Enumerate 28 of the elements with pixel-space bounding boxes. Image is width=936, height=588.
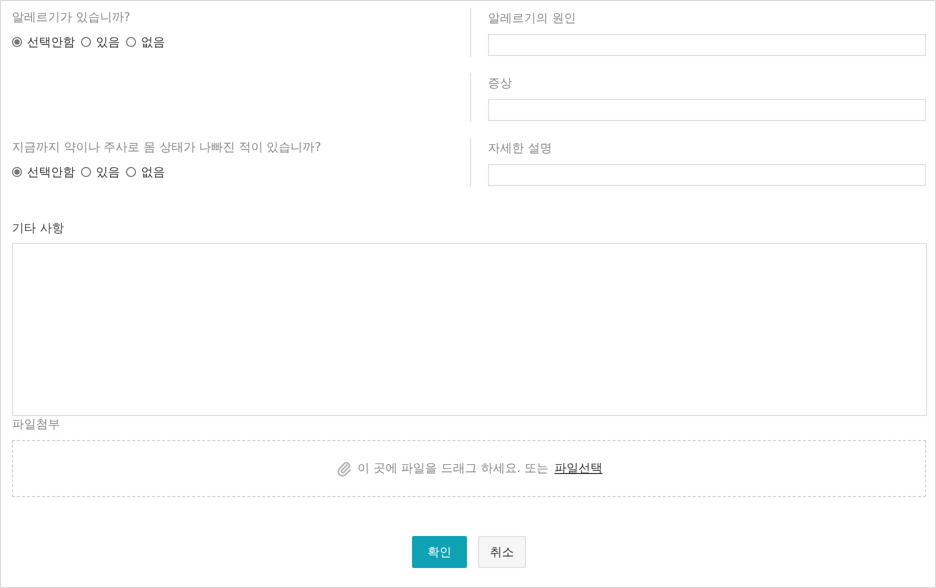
input-field[interactable] <box>488 34 926 56</box>
question-label: 알레르기가 있습니까? <box>12 9 132 26</box>
radio-label[interactable]: 없음 <box>141 34 165 50</box>
notes-field[interactable] <box>12 243 927 416</box>
radio-label[interactable]: 있음 <box>96 34 120 50</box>
input-field[interactable] <box>488 99 926 121</box>
radio-label[interactable]: 선택안함 <box>27 164 75 180</box>
radio-button[interactable] <box>126 167 136 177</box>
radio-label[interactable]: 있음 <box>96 164 120 180</box>
radio-button[interactable] <box>12 167 22 177</box>
field-label: 자세한 설명 <box>488 140 553 157</box>
field-label: 알레르기의 원인 <box>488 10 577 27</box>
field-label: 파일첨부 <box>12 416 61 433</box>
radio-button[interactable] <box>81 167 91 177</box>
radio-label[interactable]: 없음 <box>141 164 165 180</box>
field-label: 증상 <box>488 75 513 92</box>
radio-button[interactable] <box>126 37 136 47</box>
radio-button[interactable] <box>81 37 91 47</box>
input-field[interactable] <box>488 164 926 186</box>
file-select-link[interactable]: 파일선택 <box>554 460 602 477</box>
drop-zone[interactable]: 이 곳에 파일을 드래그 하세요. 또는 파일선택 <box>12 440 926 497</box>
field-label: 기타 사항 <box>12 220 65 237</box>
cancel-button[interactable]: 취소 <box>478 536 526 568</box>
drop-hint: 이 곳에 파일을 드래그 하세요. 또는 <box>358 460 548 477</box>
question-label: 지금까지 약이나 주사로 몸 상태가 나빠진 적이 있습니까? <box>12 139 322 156</box>
paperclip-icon <box>336 460 352 476</box>
radio-label[interactable]: 선택안함 <box>27 34 75 50</box>
radio-button[interactable] <box>12 37 22 47</box>
